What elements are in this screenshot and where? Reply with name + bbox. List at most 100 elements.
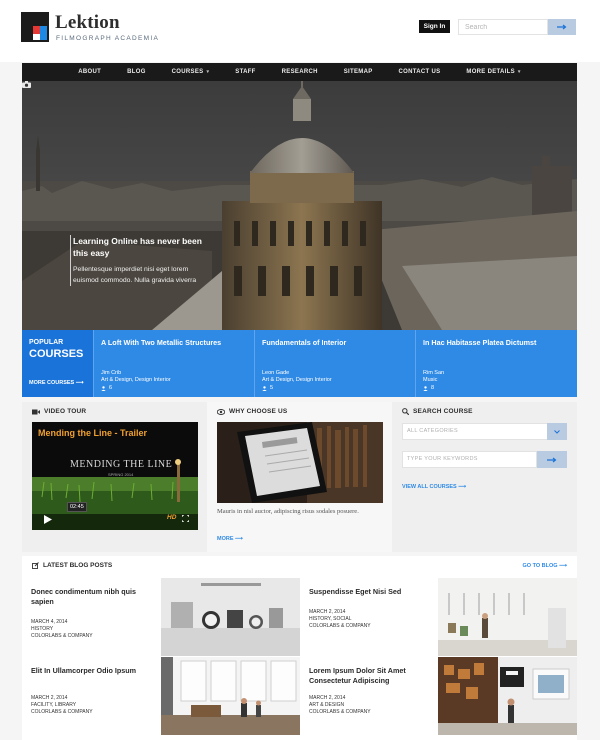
arrow-right-icon [557,24,567,30]
post-author: COLORLABS & COMPANY [31,633,93,639]
more-courses-label: MORE COURSES [29,380,75,386]
post-author: COLORLABS & COMPANY [31,709,93,715]
nav-item-about[interactable]: ABOUT [65,69,114,75]
post-date: MARCH 2, 2014 [309,695,346,701]
course-category: Art & Design, Design Interior [262,377,332,383]
main-nav: ABOUT BLOG COURSES ▾ STAFF RESEARCH SITEMAP CON… [22,63,577,81]
course-student-count: 5 [262,385,273,391]
course-category: Music [423,377,438,383]
hd-badge[interactable]: HD [167,514,176,521]
course-title[interactable]: Fundamentals of Interior [262,338,346,347]
nav-item-label: BLOG [127,69,146,75]
exhibition-photo [438,657,577,735]
why-choose-panel: WHY CHOOSE US Mauris in nisl auctor, adi… [207,402,392,552]
user-icon [262,385,267,391]
site-header: Lektion FILMOGRAPH ACADEMIA Sign In [0,0,600,62]
course-count-value: 5 [270,385,274,391]
course-teacher: Rim San [423,370,445,376]
play-icon[interactable] [44,515,52,524]
arrow-right-icon: ⟶ [75,380,84,386]
post-category: FACILITY, LIBRARY [31,702,77,708]
nav-item-label: RESEARCH [281,69,318,75]
post-title[interactable]: Lorem Ipsum Dolor Sit Amet Consectetur A… [309,666,433,686]
course-student-count: 6 [101,385,112,391]
view-all-label: VIEW ALL COURSES [402,484,457,490]
view-all-courses-link[interactable]: VIEW ALL COURSES ⟶ [402,484,466,490]
category-select-value: ALL CATEGORIES [407,428,458,434]
nav-item-courses[interactable]: COURSES ▾ [159,69,223,75]
hero-title: Learning Online has never been this easy [73,236,202,258]
post-category: HISTORY [31,626,54,632]
course-card[interactable]: A Loft With Two Metallic Structures Jim C… [93,330,254,397]
course-card[interactable]: Fundamentals of Interior Leon Gade Art & D… [254,330,415,397]
popular-label: POPULAR [29,339,64,346]
blog-post[interactable]: Suspendisse Eget Nisi Sed MARCH 2, 2014 … [300,578,439,656]
video-title: Mending the Line - Trailer [38,428,148,438]
nav-item-label: CONTACT US [398,69,441,75]
logo-title[interactable]: Lektion [55,12,120,34]
more-courses-link[interactable]: MORE COURSES ⟶ [29,380,84,386]
camera-icon [22,81,31,88]
post-title[interactable]: Donec condimentum nibh quis sapien [31,587,155,607]
nav-item-more-details[interactable]: MORE DETAILS ▾ [453,69,533,75]
gallery-photo [438,578,577,656]
page: Lektion FILMOGRAPH ACADEMIA Sign In ABOU… [0,0,600,740]
search-input[interactable] [458,19,548,35]
nav-item-contact-us[interactable]: CONTACT US [386,69,454,75]
post-image[interactable] [161,578,300,656]
sign-in-button[interactable]: Sign In [419,20,450,33]
post-title[interactable]: Suspendisse Eget Nisi Sed [309,587,433,597]
nav-item-label: MORE DETAILS [466,69,515,75]
video-timestamp: 02:45 [67,502,87,512]
arrow-right-icon [547,457,557,462]
course-teacher: Jim Crib [101,370,122,376]
edit-icon [32,562,39,569]
course-title[interactable]: A Loft With Two Metallic Structures [101,338,221,347]
hero-image [22,81,577,330]
nav-item-blog[interactable]: BLOG [114,69,159,75]
search-course-title: SEARCH COURSE [413,408,473,415]
course-count-value: 8 [431,385,435,391]
nav-item-staff[interactable]: STAFF [222,69,268,75]
video-camera-icon [32,409,40,414]
popular-courses-label: POPULAR COURSES MORE COURSES ⟶ [22,330,93,397]
video-player[interactable]: Mending the Line - Trailer MENDING THE L… [32,422,198,530]
why-choose-image [217,422,383,503]
search-button[interactable] [548,19,576,35]
tablet-photo [217,422,383,503]
nav-item-label: STAFF [235,69,256,75]
keyword-input[interactable]: TYPE YOUR KEYWORDS [402,451,537,468]
logo-subtitle: FILMOGRAPH ACADEMIA [56,35,160,42]
post-image[interactable] [161,657,300,735]
search-icon [402,408,409,415]
post-image[interactable] [438,657,577,735]
logo-mark-icon[interactable] [21,12,49,42]
blog-post[interactable]: Donec condimentum nibh quis sapien MARCH… [22,578,161,656]
post-category: ART & DESIGN [309,702,345,708]
course-count-value: 6 [109,385,113,391]
category-select[interactable]: ALL CATEGORIES [402,423,567,440]
fullscreen-icon[interactable] [182,515,189,522]
nav-item-sitemap[interactable]: SITEMAP [331,69,386,75]
user-icon [423,385,428,391]
blog-post[interactable]: Elit In Ullamcorper Odio Ipsum MARCH 2, … [22,657,161,735]
popular-courses-strip: POPULAR COURSES MORE COURSES ⟶ A Loft Wi… [22,330,577,397]
nav-item-research[interactable]: RESEARCH [269,69,331,75]
course-teacher: Leon Gade [262,370,290,376]
course-title[interactable]: In Hac Habitasse Platea Dictumst [423,338,536,347]
eye-icon [217,408,225,415]
go-to-blog-link[interactable]: GO TO BLOG ⟶ [523,563,567,569]
video-overlay-subtitle: SPRING 2014 [108,472,134,477]
course-card[interactable]: In Hac Habitasse Platea Dictumst Rim San M… [415,330,576,397]
post-image[interactable] [438,578,577,656]
select-toggle[interactable] [547,423,567,440]
keyword-search-button[interactable] [537,451,567,468]
features-section: VIDEO TOUR Mending the Line - Trailer ME… [22,402,577,552]
blog-post[interactable]: Lorem Ipsum Dolor Sit Amet Consectetur A… [300,657,439,735]
post-author: COLORLABS & COMPANY [309,623,371,629]
library-photo [161,657,300,735]
search-course-panel: SEARCH COURSE ALL CATEGORIES TYPE YOUR K… [392,402,577,552]
why-choose-more-link[interactable]: MORE ⟶ [217,536,243,542]
post-title[interactable]: Elit In Ullamcorper Odio Ipsum [31,666,155,676]
arrow-right-icon: ⟶ [458,484,467,490]
